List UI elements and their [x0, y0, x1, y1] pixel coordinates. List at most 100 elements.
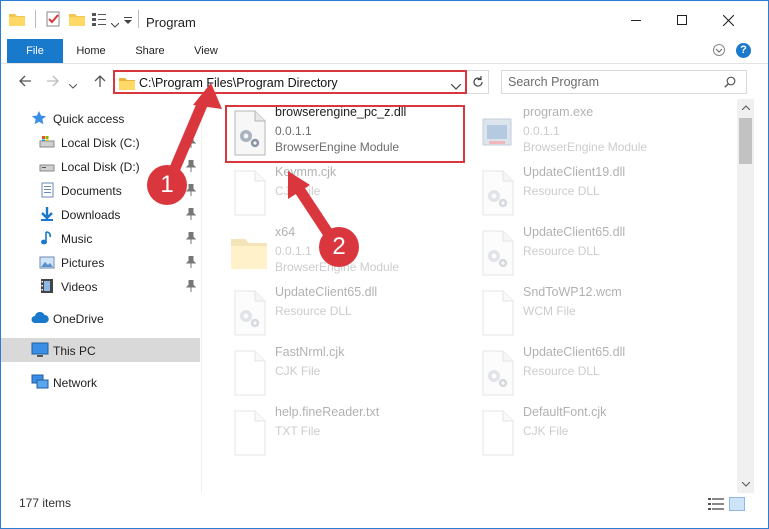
separator	[35, 10, 37, 31]
file-type: Resource DLL	[523, 364, 600, 378]
sidebar-item-pictures[interactable]: Pictures	[1, 250, 200, 274]
pin-icon[interactable]	[185, 159, 197, 175]
maximize-icon	[677, 15, 687, 25]
sidebar-item-downloads[interactable]: Downloads	[1, 202, 200, 226]
scroll-thumb[interactable]	[739, 118, 752, 164]
sidebar-item-network[interactable]: Network	[1, 370, 200, 394]
status-bar: 177 items	[1, 493, 768, 515]
sidebar-item-label: Pictures	[61, 256, 105, 270]
recent-locations-icon[interactable]	[68, 78, 78, 92]
ribbon-tabs: File Home Share View ?	[1, 39, 768, 64]
minimize-icon	[631, 19, 641, 21]
drive-icon	[39, 134, 55, 153]
network-icon	[31, 374, 49, 393]
sidebar-item-label: Quick access	[53, 112, 125, 126]
tab-home[interactable]: Home	[69, 39, 113, 63]
pin-icon[interactable]	[185, 135, 197, 151]
folder-icon	[119, 76, 135, 93]
view-options-icon[interactable]	[91, 11, 109, 30]
file-tile-keymm-cjk[interactable]: Keymm.cjk CJK File	[227, 163, 467, 223]
navigation-pane: Quick access Local Disk (C:) Local Disk …	[1, 99, 202, 493]
file-name: DefaultFont.cjk	[523, 405, 607, 419]
folder-icon	[227, 229, 271, 277]
file-tile-defaultfont-cjk[interactable]: DefaultFont.cjk CJK File	[475, 403, 715, 463]
dll-gear-icon	[227, 289, 271, 337]
blank-file-icon	[227, 349, 271, 397]
address-bar[interactable]: C:\Program Files\Program Directory	[113, 70, 467, 94]
up-arrow-icon[interactable]	[92, 73, 108, 92]
star-icon	[31, 110, 47, 129]
file-tile-updateclient65-dll[interactable]: UpdateClient65.dll Resource DLL	[227, 283, 467, 343]
file-type: TXT File	[275, 424, 321, 438]
file-description: BrowserEngine Module	[523, 140, 648, 154]
file-version: 0.0.1.1	[275, 244, 312, 258]
sidebar-item-this-pc[interactable]: This PC	[1, 338, 200, 362]
file-list: browserengine_pc_z.dll 0.0.1.1 BrowserEn…	[203, 99, 737, 493]
chevron-up-icon	[741, 105, 750, 110]
scroll-down-button[interactable]	[737, 476, 754, 493]
dll-gear-icon	[475, 169, 519, 217]
explorer-window: Program File Home Share View ? C:\Progra…	[0, 0, 769, 529]
sidebar-item-label: This PC	[53, 344, 96, 358]
title-bar: Program	[1, 1, 768, 39]
address-path[interactable]: C:\Program Files\Program Directory	[139, 76, 338, 90]
chevron-down-icon[interactable]	[450, 79, 462, 93]
pin-icon[interactable]	[185, 207, 197, 223]
maximize-button[interactable]	[659, 1, 705, 39]
tab-view[interactable]: View	[185, 39, 227, 63]
file-name: UpdateClient65.dll	[523, 345, 626, 359]
pin-icon[interactable]	[185, 255, 197, 271]
pin-icon[interactable]	[185, 279, 197, 295]
forward-arrow-icon[interactable]	[45, 73, 61, 92]
search-box[interactable]	[501, 70, 747, 94]
minimize-button[interactable]	[613, 1, 659, 39]
file-type: CJK File	[275, 184, 321, 198]
sidebar-item-videos[interactable]: Videos	[1, 274, 200, 298]
sidebar-item-onedrive[interactable]: OneDrive	[1, 306, 200, 330]
properties-icon[interactable]	[45, 11, 61, 30]
search-input[interactable]	[508, 74, 708, 90]
file-tile-updateclient65-dll[interactable]: UpdateClient65.dll Resource DLL	[475, 223, 715, 283]
scroll-up-button[interactable]	[737, 99, 754, 116]
close-button[interactable]	[705, 1, 751, 39]
annotation-badge-1: 1	[147, 165, 187, 205]
sidebar-item-local-disk-c[interactable]: Local Disk (C:)	[1, 130, 200, 154]
sidebar-item-label: Downloads	[61, 208, 121, 222]
file-name: UpdateClient65.dll	[275, 285, 378, 299]
file-tile-program-exe[interactable]: program.exe 0.0.1.1 BrowserEngine Module	[475, 103, 715, 163]
file-name: program.exe	[523, 105, 594, 119]
sidebar-item-label: Network	[53, 376, 98, 390]
help-button[interactable]: ?	[736, 43, 751, 58]
file-tile-sndtowp12-wcm[interactable]: SndToWP12.wcm WCM File	[475, 283, 715, 343]
sidebar-item-label: Local Disk (C:)	[61, 136, 140, 150]
chevron-down-icon[interactable]	[110, 17, 120, 31]
sidebar-item-label: Documents	[61, 184, 122, 198]
vertical-scrollbar[interactable]	[737, 99, 754, 493]
sidebar-item-quick-access[interactable]: Quick access	[1, 106, 200, 130]
pin-icon[interactable]	[185, 183, 197, 199]
tab-file[interactable]: File	[7, 39, 63, 63]
file-name: SndToWP12.wcm	[523, 285, 622, 299]
tiles-view-icon[interactable]	[729, 497, 745, 511]
back-arrow-icon[interactable]	[17, 73, 33, 92]
customize-toolbar-icon[interactable]	[123, 15, 133, 29]
file-tile-updateclient65-dll[interactable]: UpdateClient65.dll Resource DLL	[475, 343, 715, 403]
pin-icon[interactable]	[185, 231, 197, 247]
file-tile-fastnrml-cjk[interactable]: FastNrml.cjk CJK File	[227, 343, 467, 403]
chevron-down-icon[interactable]	[713, 44, 725, 59]
new-folder-icon[interactable]	[69, 12, 85, 29]
dll-gear-icon	[475, 229, 519, 277]
file-name: Keymm.cjk	[275, 165, 337, 179]
sidebar-item-label: Videos	[61, 280, 98, 294]
refresh-button[interactable]	[467, 70, 489, 94]
close-icon	[722, 14, 734, 26]
sidebar-item-label: Local Disk (D:)	[61, 160, 140, 174]
file-tile-updateclient19-dll[interactable]: UpdateClient19.dll Resource DLL	[475, 163, 715, 223]
file-tile-help-finereader-txt[interactable]: help.fineReader.txt TXT File	[227, 403, 467, 463]
search-icon[interactable]	[724, 76, 736, 91]
details-view-icon[interactable]	[708, 498, 724, 513]
sidebar-item-music[interactable]: Music	[1, 226, 200, 250]
navigation-bar: C:\Program Files\Program Directory	[1, 65, 768, 99]
file-name: UpdateClient65.dll	[523, 225, 626, 239]
tab-share[interactable]: Share	[127, 39, 173, 63]
